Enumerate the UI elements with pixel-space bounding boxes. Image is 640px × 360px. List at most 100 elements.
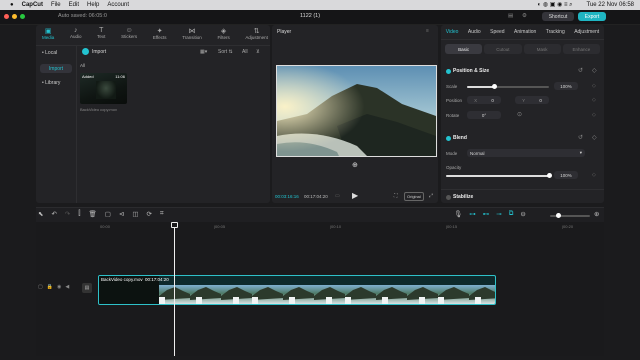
menu-edit[interactable]: Edit (69, 2, 79, 8)
rotate-keyframe-icon[interactable]: ◇ (592, 112, 596, 118)
delete-icon[interactable]: 🗑 (88, 210, 96, 218)
ratio-button[interactable]: Original (404, 192, 424, 201)
menu-file[interactable]: File (51, 2, 61, 8)
zoom-slider[interactable] (550, 213, 590, 218)
select-cursor-icon[interactable]: ⬉ (38, 210, 43, 218)
tab-media[interactable]: ▣ Media (42, 27, 54, 40)
rotate-dial-icon[interactable]: ⊙ (517, 111, 522, 118)
tab-effects[interactable]: ✦ Effects (153, 27, 167, 40)
player-menu-icon[interactable]: ≡ (426, 28, 429, 34)
eye-icon[interactable]: ◉ (57, 284, 61, 290)
subtab-mask[interactable]: Mask (523, 44, 561, 54)
scale-keyframe-icon[interactable]: ◇ (592, 83, 596, 89)
crop-icon[interactable]: ⊕ (352, 161, 358, 169)
crop-tool-icon[interactable]: ⌗ (160, 210, 164, 218)
subtab-cutout[interactable]: Cutout (484, 44, 522, 54)
all-filter-button[interactable]: All (242, 49, 248, 55)
menu-help[interactable]: Help (87, 2, 99, 8)
blend-reset-icon[interactable]: ↺ (578, 134, 583, 141)
reset-icon[interactable]: ↺ (578, 67, 583, 74)
stabilize-toggle-icon[interactable] (446, 195, 451, 200)
scale-slider[interactable] (467, 84, 549, 89)
play-button[interactable]: ▶ (352, 191, 358, 200)
sidebar-item-library[interactable]: • Library (42, 80, 60, 86)
mirror-icon[interactable]: ◫ (132, 210, 138, 218)
stabilize-section-title: Stabilize (453, 194, 474, 200)
position-toggle-icon[interactable] (446, 69, 451, 74)
sidebar-item-import[interactable]: Import (40, 64, 72, 73)
zoom-out-icon[interactable]: ⊖ (520, 210, 525, 218)
mute-icon[interactable]: ◀ (65, 284, 69, 290)
filter-icon[interactable]: ⊻ (256, 49, 260, 55)
tab-stickers[interactable]: ☺ Stickers (121, 27, 137, 40)
magnet-icon[interactable]: ⊶ (469, 210, 476, 218)
fullscreen-small-icon[interactable]: ▭ (335, 193, 340, 199)
opacity-keyframe-icon[interactable]: ◇ (592, 172, 596, 178)
link-icon[interactable]: ⊷ (483, 210, 490, 218)
settings-icon[interactable]: ⚙ (522, 13, 527, 19)
zoom-in-icon[interactable]: ⊕ (594, 210, 599, 218)
split-icon[interactable]: ⫿ (78, 210, 80, 218)
menu-account[interactable]: Account (107, 2, 129, 8)
playhead[interactable] (174, 222, 175, 356)
tab-filters[interactable]: ◈ Filters (217, 27, 229, 40)
close-window-icon[interactable] (4, 14, 9, 19)
playhead-handle[interactable] (171, 222, 178, 228)
lock-icon[interactable]: 🔒 (47, 284, 53, 290)
reverse-icon[interactable]: ⊲ (119, 210, 124, 218)
layout-icon[interactable]: ▤ (508, 13, 513, 19)
mode-select[interactable]: Normal ▾ (467, 149, 585, 157)
scale-slider-knob[interactable] (491, 84, 497, 89)
rotate-tool-icon[interactable]: ⟳ (146, 210, 151, 218)
view-grid-icon[interactable]: ▦▾ (200, 49, 207, 55)
import-control[interactable]: Import (82, 48, 106, 55)
rotate-field[interactable]: 0° (467, 111, 501, 119)
position-x-field[interactable]: X0 (467, 96, 501, 104)
tab-transition[interactable]: ⋈ Transition (182, 27, 202, 40)
snap-icon[interactable]: ⧉ (509, 210, 514, 218)
tab-adjustment[interactable]: ⇅ Adjustment (245, 27, 268, 40)
export-button[interactable]: Export (578, 12, 606, 21)
tab-audio-inspector[interactable]: Audio (468, 29, 481, 35)
blend-toggle-icon[interactable] (446, 136, 451, 141)
opacity-value-field[interactable]: 100% (554, 171, 578, 179)
focus-icon[interactable]: ⛶ (394, 193, 398, 199)
tab-text[interactable]: T Text (97, 27, 105, 40)
subtab-basic[interactable]: Basic (445, 44, 483, 54)
video-preview[interactable] (276, 65, 437, 157)
tab-speed[interactable]: Speed (490, 29, 504, 35)
tab-video[interactable]: Video (446, 29, 459, 35)
video-clip[interactable]: BackVideo copy.mov 00:17:04:20 (98, 275, 496, 305)
scale-value-field[interactable]: 100% (554, 82, 578, 90)
subtab-enhance[interactable]: Enhance (562, 44, 600, 54)
preview-axis-icon[interactable]: ⊸ (496, 210, 501, 218)
apple-icon[interactable]: ● (10, 2, 14, 8)
opacity-slider-knob[interactable] (546, 173, 552, 178)
menu-app-name[interactable]: CapCut (22, 2, 43, 8)
cover-button[interactable]: ▤ (82, 283, 92, 293)
media-thumbnail[interactable]: Added 11:06 (80, 73, 127, 104)
timecode-current: 00:03:16:16 (275, 194, 299, 199)
text-icon: T (99, 27, 104, 34)
track-cover-icon[interactable]: ▢ (38, 284, 43, 290)
position-y-field[interactable]: Y0 (515, 96, 549, 104)
maximize-window-icon[interactable] (20, 14, 25, 19)
opacity-slider[interactable] (446, 173, 552, 178)
position-keyframe-icon[interactable]: ◇ (592, 97, 596, 103)
redo-icon[interactable]: ↷ (65, 210, 70, 218)
undo-icon[interactable]: ↶ (51, 210, 56, 218)
freeze-icon[interactable]: ▢ (105, 210, 111, 218)
tab-audio[interactable]: ♪ Audio (70, 27, 82, 40)
sort-button[interactable]: Sort ⇅ (218, 49, 233, 55)
blend-keyframe-icon[interactable]: ◇ (592, 134, 597, 141)
tab-animation[interactable]: Animation (514, 29, 536, 35)
sidebar-item-local[interactable]: • Local (42, 50, 57, 56)
tab-tracking[interactable]: Tracking (546, 29, 565, 35)
fullscreen-icon[interactable]: ⤢ (429, 193, 433, 199)
keyframe-icon[interactable]: ◇ (592, 67, 597, 74)
microphone-icon[interactable]: 🎙 (454, 210, 462, 218)
minimize-window-icon[interactable] (12, 14, 17, 19)
zoom-slider-knob[interactable] (556, 213, 561, 218)
shortcut-button[interactable]: Shortcut (542, 12, 574, 21)
tab-adjustment-inspector[interactable]: Adjustment (574, 29, 599, 35)
